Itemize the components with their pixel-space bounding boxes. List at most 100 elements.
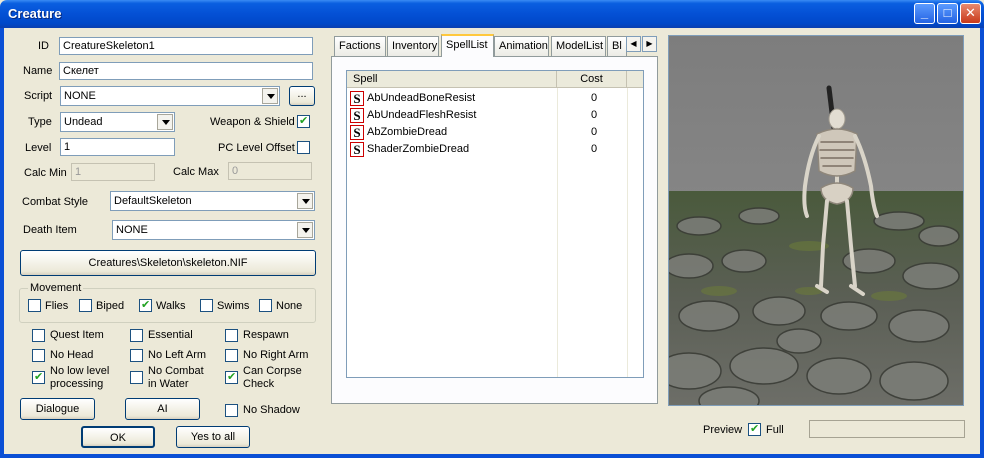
no-shadow-checkbox[interactable] bbox=[225, 404, 238, 417]
no-head-checkbox[interactable] bbox=[32, 349, 45, 362]
weapon-shield-checkbox[interactable] bbox=[297, 114, 310, 128]
essential-label: Essential bbox=[148, 329, 193, 341]
column-header-cost[interactable]: Cost bbox=[557, 71, 627, 88]
ok-button[interactable]: OK bbox=[81, 426, 155, 448]
can-corpse-check-label-line1: Can Corpse bbox=[243, 365, 302, 377]
movement-title: Movement bbox=[28, 282, 84, 294]
script-value: NONE bbox=[64, 90, 96, 102]
window-frame-right bbox=[980, 28, 984, 458]
type-dropdown[interactable]: Undead bbox=[60, 112, 175, 132]
can-corpse-check-checkbox[interactable] bbox=[225, 370, 238, 384]
tab-bl[interactable]: Bl bbox=[607, 36, 627, 56]
movement-walks-label: Walks bbox=[156, 300, 186, 312]
no-left-arm-checkbox[interactable] bbox=[130, 349, 143, 362]
type-label: Type bbox=[28, 116, 52, 128]
name-input[interactable]: Скелет bbox=[59, 62, 313, 80]
title-bar[interactable]: Creature _ □ ✕ bbox=[0, 0, 984, 28]
pc-level-offset-checkbox[interactable] bbox=[297, 141, 310, 154]
maximize-button[interactable]: □ bbox=[937, 3, 958, 24]
full-preview-checkbox[interactable] bbox=[748, 422, 761, 436]
no-right-arm-checkbox[interactable] bbox=[225, 349, 238, 362]
tab-factions[interactable]: Factions bbox=[334, 36, 386, 56]
spell-name: AbUndeadBoneResist bbox=[367, 92, 476, 104]
script-browse-button[interactable]: ... bbox=[289, 86, 315, 106]
death-item-value: NONE bbox=[116, 224, 148, 236]
chevron-down-icon[interactable] bbox=[157, 114, 173, 130]
quest-item-checkbox[interactable] bbox=[32, 329, 45, 342]
respawn-checkbox[interactable] bbox=[225, 329, 238, 342]
model-path-button[interactable]: Creatures\Skeleton\skeleton.NIF bbox=[20, 250, 316, 276]
spell-cost: 0 bbox=[590, 126, 598, 138]
spell-row[interactable]: S AbUndeadFleshResist 0 bbox=[347, 107, 643, 124]
spell-icon: S bbox=[350, 125, 364, 140]
spell-name: ShaderZombieDread bbox=[367, 143, 470, 155]
close-button[interactable]: ✕ bbox=[960, 3, 981, 24]
level-input[interactable]: 1 bbox=[60, 138, 175, 156]
weapon-shield-label: Weapon & Shield bbox=[210, 116, 295, 128]
pc-level-offset-label: PC Level Offset bbox=[218, 142, 295, 154]
id-input[interactable]: CreatureSkeleton1 bbox=[59, 37, 313, 55]
spell-cost: 0 bbox=[590, 109, 598, 121]
tab-scroll-right-button[interactable]: ▶ bbox=[642, 36, 657, 52]
spell-cost: 0 bbox=[590, 143, 598, 155]
respawn-label: Respawn bbox=[243, 329, 289, 341]
minimize-button[interactable]: _ bbox=[914, 3, 935, 24]
no-low-level-processing-label-line2: processing bbox=[50, 378, 104, 390]
close-icon: ✕ bbox=[965, 5, 976, 20]
tab-scroll-left-button[interactable]: ◀ bbox=[626, 36, 641, 52]
spell-list[interactable]: Spell Cost S AbUndeadBoneResist 0 S AbUndead… bbox=[346, 70, 644, 378]
can-corpse-check-label-line2: Check bbox=[243, 378, 275, 390]
combat-style-dropdown[interactable]: DefaultSkeleton bbox=[110, 191, 315, 211]
death-item-label: Death Item bbox=[23, 224, 77, 236]
id-label: ID bbox=[38, 40, 49, 52]
chevron-down-icon[interactable] bbox=[297, 222, 313, 238]
death-item-dropdown[interactable]: NONE bbox=[112, 220, 315, 240]
movement-swims-checkbox[interactable] bbox=[200, 299, 213, 312]
no-combat-in-water-checkbox[interactable] bbox=[130, 371, 143, 384]
chevron-left-icon: ◀ bbox=[630, 39, 637, 48]
calc-max-input: 0 bbox=[228, 162, 312, 180]
combat-style-value: DefaultSkeleton bbox=[114, 195, 192, 207]
spell-row[interactable]: S AbUndeadBoneResist 0 bbox=[347, 90, 643, 107]
spell-icon: S bbox=[350, 108, 364, 123]
tab-spelllist[interactable]: SpellList bbox=[441, 34, 494, 57]
column-header-spell[interactable]: Spell bbox=[347, 71, 557, 88]
maximize-icon: □ bbox=[943, 5, 952, 20]
spell-row[interactable]: S ShaderZombieDread 0 bbox=[347, 141, 643, 158]
script-dropdown[interactable]: NONE bbox=[60, 86, 280, 106]
movement-walks-checkbox[interactable] bbox=[139, 298, 152, 312]
chevron-down-icon[interactable] bbox=[262, 88, 278, 104]
status-box bbox=[809, 420, 965, 438]
tab-modellist[interactable]: ModelList bbox=[551, 36, 606, 56]
movement-flies-checkbox[interactable] bbox=[28, 299, 41, 312]
yes-to-all-button[interactable]: Yes to all bbox=[176, 426, 250, 448]
tab-animation[interactable]: Animation bbox=[494, 36, 549, 56]
dialogue-button[interactable]: Dialogue bbox=[20, 398, 95, 420]
no-combat-in-water-label-line2: in Water bbox=[148, 378, 189, 390]
combat-style-label: Combat Style bbox=[22, 196, 89, 208]
chevron-right-icon: ▶ bbox=[646, 39, 653, 48]
tab-inventory[interactable]: Inventory bbox=[387, 36, 439, 56]
spell-icon: S bbox=[350, 91, 364, 106]
creature-preview[interactable] bbox=[668, 35, 964, 406]
movement-none-label: None bbox=[276, 300, 303, 312]
calc-min-input: 1 bbox=[71, 163, 155, 181]
quest-item-label: Quest Item bbox=[50, 329, 104, 341]
spell-row[interactable]: S AbZombieDread 0 bbox=[347, 124, 643, 141]
ai-button[interactable]: AI bbox=[125, 398, 200, 420]
name-label: Name bbox=[23, 65, 53, 77]
movement-none-checkbox[interactable] bbox=[259, 299, 272, 312]
movement-swims-label: Swims bbox=[217, 300, 250, 312]
movement-biped-checkbox[interactable] bbox=[79, 299, 92, 312]
no-low-level-processing-checkbox[interactable] bbox=[32, 370, 45, 384]
chevron-down-icon[interactable] bbox=[297, 193, 313, 209]
spell-cost: 0 bbox=[590, 92, 598, 104]
calc-max-label: Calc Max bbox=[173, 166, 219, 178]
spell-icon: S bbox=[350, 142, 364, 157]
window-frame-left bbox=[0, 28, 4, 458]
no-low-level-processing-label-line1: No low level bbox=[50, 365, 110, 377]
calc-min-label: Calc Min bbox=[24, 167, 67, 179]
spell-name: AbUndeadFleshResist bbox=[367, 109, 477, 121]
level-label: Level bbox=[25, 142, 52, 154]
essential-checkbox[interactable] bbox=[130, 329, 143, 342]
